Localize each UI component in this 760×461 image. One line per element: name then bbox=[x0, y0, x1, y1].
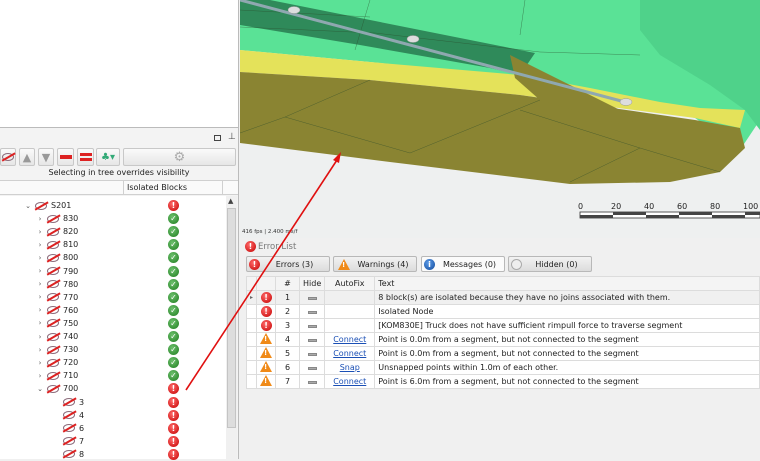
annotation-arrow bbox=[185, 152, 341, 391]
